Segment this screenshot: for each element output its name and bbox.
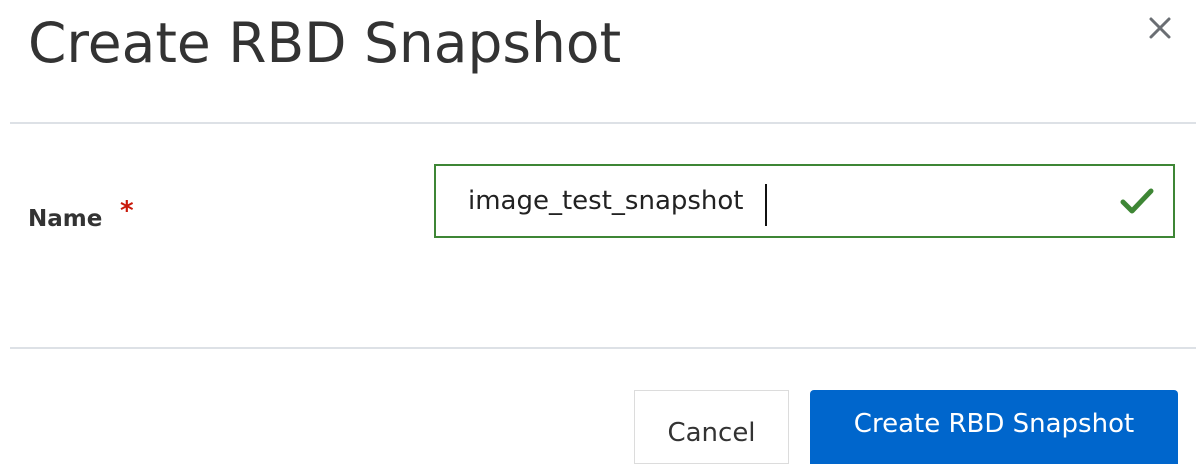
footer-divider bbox=[10, 347, 1196, 349]
cancel-button[interactable]: Cancel bbox=[634, 390, 789, 464]
required-marker: * bbox=[120, 196, 134, 226]
create-snapshot-dialog: Create RBD Snapshot Name * Cancel Create… bbox=[0, 0, 1196, 464]
dialog-title: Create RBD Snapshot bbox=[28, 11, 622, 75]
create-snapshot-button[interactable]: Create RBD Snapshot bbox=[810, 390, 1178, 464]
check-icon bbox=[1120, 188, 1154, 214]
text-caret bbox=[765, 184, 767, 226]
header-divider bbox=[10, 122, 1196, 124]
close-icon bbox=[1149, 17, 1171, 39]
name-input[interactable] bbox=[436, 166, 1076, 236]
name-label: Name bbox=[28, 206, 103, 232]
close-button[interactable] bbox=[1140, 8, 1180, 48]
name-field bbox=[434, 164, 1175, 238]
